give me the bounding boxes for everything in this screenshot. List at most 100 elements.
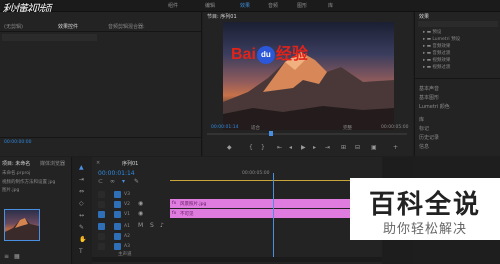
timeline-playhead[interactable] xyxy=(273,173,274,257)
lift-icon[interactable]: ⊞ xyxy=(341,145,346,151)
effects-item-5[interactable]: ▸ ▬ 视频过渡 xyxy=(423,64,450,70)
selection-tool-icon[interactable]: ▲ xyxy=(79,165,84,171)
effects-item-2[interactable]: ▸ ▬ 音频效果 xyxy=(423,43,450,49)
program-playhead-icon[interactable] xyxy=(269,131,273,136)
track-target-a1[interactable] xyxy=(98,223,105,230)
program-duration: 00:00:05:00 xyxy=(381,125,409,130)
menu-item-3[interactable]: 音频 xyxy=(268,2,278,9)
tab-effect-controls[interactable]: 效果控件 xyxy=(58,23,78,30)
tab-sequence[interactable]: 序列01 xyxy=(122,160,138,167)
menu-item-2[interactable]: 效果 xyxy=(240,2,250,9)
section-lumetri[interactable]: Lumetri 颜色 xyxy=(419,103,450,110)
list-view-icon[interactable]: ≡ xyxy=(4,254,9,260)
project-file-row-2[interactable]: 视频的制作方法和设置 jpg xyxy=(2,179,55,185)
track-label: V1 xyxy=(124,212,130,217)
mute-icon[interactable]: M xyxy=(138,223,143,229)
effects-item-4[interactable]: ▸ ▬ 视频效果 xyxy=(423,57,450,63)
add-button-icon[interactable]: + xyxy=(393,145,398,151)
pen-icon[interactable]: ✎ xyxy=(79,225,84,231)
section-libraries[interactable]: 库 xyxy=(419,116,424,123)
baidu-paw-icon: du xyxy=(256,45,275,64)
track-target-a2[interactable] xyxy=(98,233,105,240)
extract-icon[interactable]: ⊟ xyxy=(355,145,360,151)
track-label: V3 xyxy=(124,192,130,197)
thumbnail-mountain xyxy=(5,218,39,240)
project-file-row-3[interactable]: 图片.jpg xyxy=(2,187,19,193)
effects-item-3[interactable]: ▸ ▬ 音频过渡 xyxy=(423,50,450,56)
marker-icon[interactable]: ◆ xyxy=(227,145,232,151)
tab-audio-mixer[interactable]: 音频剪辑混合器: xyxy=(108,23,145,30)
type-icon[interactable]: T xyxy=(79,249,83,255)
mountain-image xyxy=(223,52,394,130)
logo-title: 百科全说 xyxy=(368,190,481,220)
track-v1-toggle[interactable] xyxy=(114,211,121,218)
section-history[interactable]: 历史记录 xyxy=(419,134,439,141)
divider xyxy=(415,78,500,79)
slip-icon[interactable]: ↔ xyxy=(79,213,84,219)
marker-add-icon[interactable]: ▾ xyxy=(122,179,125,185)
hand-icon[interactable]: ✋ xyxy=(79,237,86,243)
step-back-icon[interactable]: ◂ xyxy=(289,145,292,151)
track-v3-toggle[interactable] xyxy=(114,191,121,198)
eye-icon[interactable]: ◉ xyxy=(138,201,143,207)
section-markers[interactable]: 标记 xyxy=(419,125,429,132)
mic-icon[interactable]: ♪ xyxy=(160,223,164,229)
effects-title[interactable]: 效果 xyxy=(419,13,429,20)
effects-item-0[interactable]: ▸ ▬ 预设 xyxy=(423,29,441,35)
project-file-row-1[interactable]: 未命名.prproj xyxy=(2,170,30,176)
project-thumbnail[interactable] xyxy=(4,209,40,241)
timeline-scrollbar[interactable] xyxy=(92,257,382,262)
menu-item-5[interactable]: 库 xyxy=(328,2,333,9)
effects-item-label: 视频效果 xyxy=(432,58,451,63)
source-dropdown[interactable] xyxy=(2,34,97,41)
play-icon[interactable]: ▶ xyxy=(301,145,306,151)
ripple-edit-icon[interactable]: ⇔ xyxy=(79,189,84,195)
solo-icon[interactable]: S xyxy=(150,223,154,229)
source-title[interactable]: (无剪辑) xyxy=(4,23,23,30)
effects-search-input[interactable] xyxy=(418,21,498,27)
export-frame-icon[interactable]: ▣ xyxy=(371,145,377,151)
track-target-a3[interactable] xyxy=(98,243,105,250)
go-to-in-icon[interactable]: ⇤ xyxy=(277,145,282,151)
program-video-frame[interactable]: Bai du 经验 xyxy=(223,22,394,130)
effects-item-1[interactable]: ▸ ▬ Lumetri 预设 xyxy=(423,36,460,42)
icon-view-icon[interactable]: ▦ xyxy=(14,254,20,260)
section-info[interactable]: 信息 xyxy=(419,143,429,150)
track-v2-toggle[interactable] xyxy=(114,201,121,208)
quality-dropdown[interactable]: 完整 xyxy=(343,125,352,131)
track-target-v2[interactable] xyxy=(98,201,105,208)
menu-item-1[interactable]: 编辑 xyxy=(205,2,215,9)
effects-item-label: 音频效果 xyxy=(432,44,451,49)
fit-dropdown[interactable]: 适合 xyxy=(251,125,260,131)
program-title[interactable]: 节目: 序列01 xyxy=(207,13,237,20)
out-point-icon[interactable]: } xyxy=(261,145,265,151)
track-target-v1[interactable] xyxy=(98,211,105,218)
effects-item-label: 预设 xyxy=(432,30,442,35)
program-scrubber[interactable] xyxy=(207,133,407,135)
linked-icon[interactable]: ∞ xyxy=(110,179,115,185)
project-title[interactable]: 项目: 未命名 xyxy=(2,160,30,167)
track-target-v3[interactable] xyxy=(98,191,105,198)
logo-overlay: 百科全说 助你轻松解决 xyxy=(350,178,500,240)
track-select-icon[interactable]: ⇥ xyxy=(79,177,84,183)
step-forward-icon[interactable]: ▸ xyxy=(313,145,316,151)
snap-icon[interactable]: ⊂ xyxy=(98,179,103,185)
eye-icon[interactable]: ◉ xyxy=(138,211,143,217)
track-a3-toggle[interactable] xyxy=(114,243,121,250)
tab-media-browser[interactable]: 媒体浏览器 xyxy=(40,160,65,167)
section-basic-graphics[interactable]: 基本图形 xyxy=(419,94,439,101)
track-a1-toggle[interactable] xyxy=(114,223,121,230)
effects-item-label: 视频过渡 xyxy=(432,65,451,70)
in-point-icon[interactable]: { xyxy=(249,145,253,151)
menu-item-4[interactable]: 图形 xyxy=(297,2,307,9)
timeline-timecode[interactable]: 00:00:01:14 xyxy=(98,170,135,177)
section-basic-sound[interactable]: 基本声音 xyxy=(419,85,439,92)
go-to-out-icon[interactable]: ⇥ xyxy=(325,145,330,151)
timeline-close-icon[interactable]: × xyxy=(96,160,100,166)
effects-item-label: Lumetri 预设 xyxy=(432,37,461,42)
tools-panel: ▲ ⇥ ⇔ ◇ ↔ ✎ ✋ T xyxy=(73,157,91,264)
wrench-icon[interactable]: ✎ xyxy=(134,179,139,185)
track-a2-toggle[interactable] xyxy=(114,233,121,240)
menu-item-0[interactable]: 组件 xyxy=(168,2,178,9)
razor-icon[interactable]: ◇ xyxy=(79,201,84,207)
